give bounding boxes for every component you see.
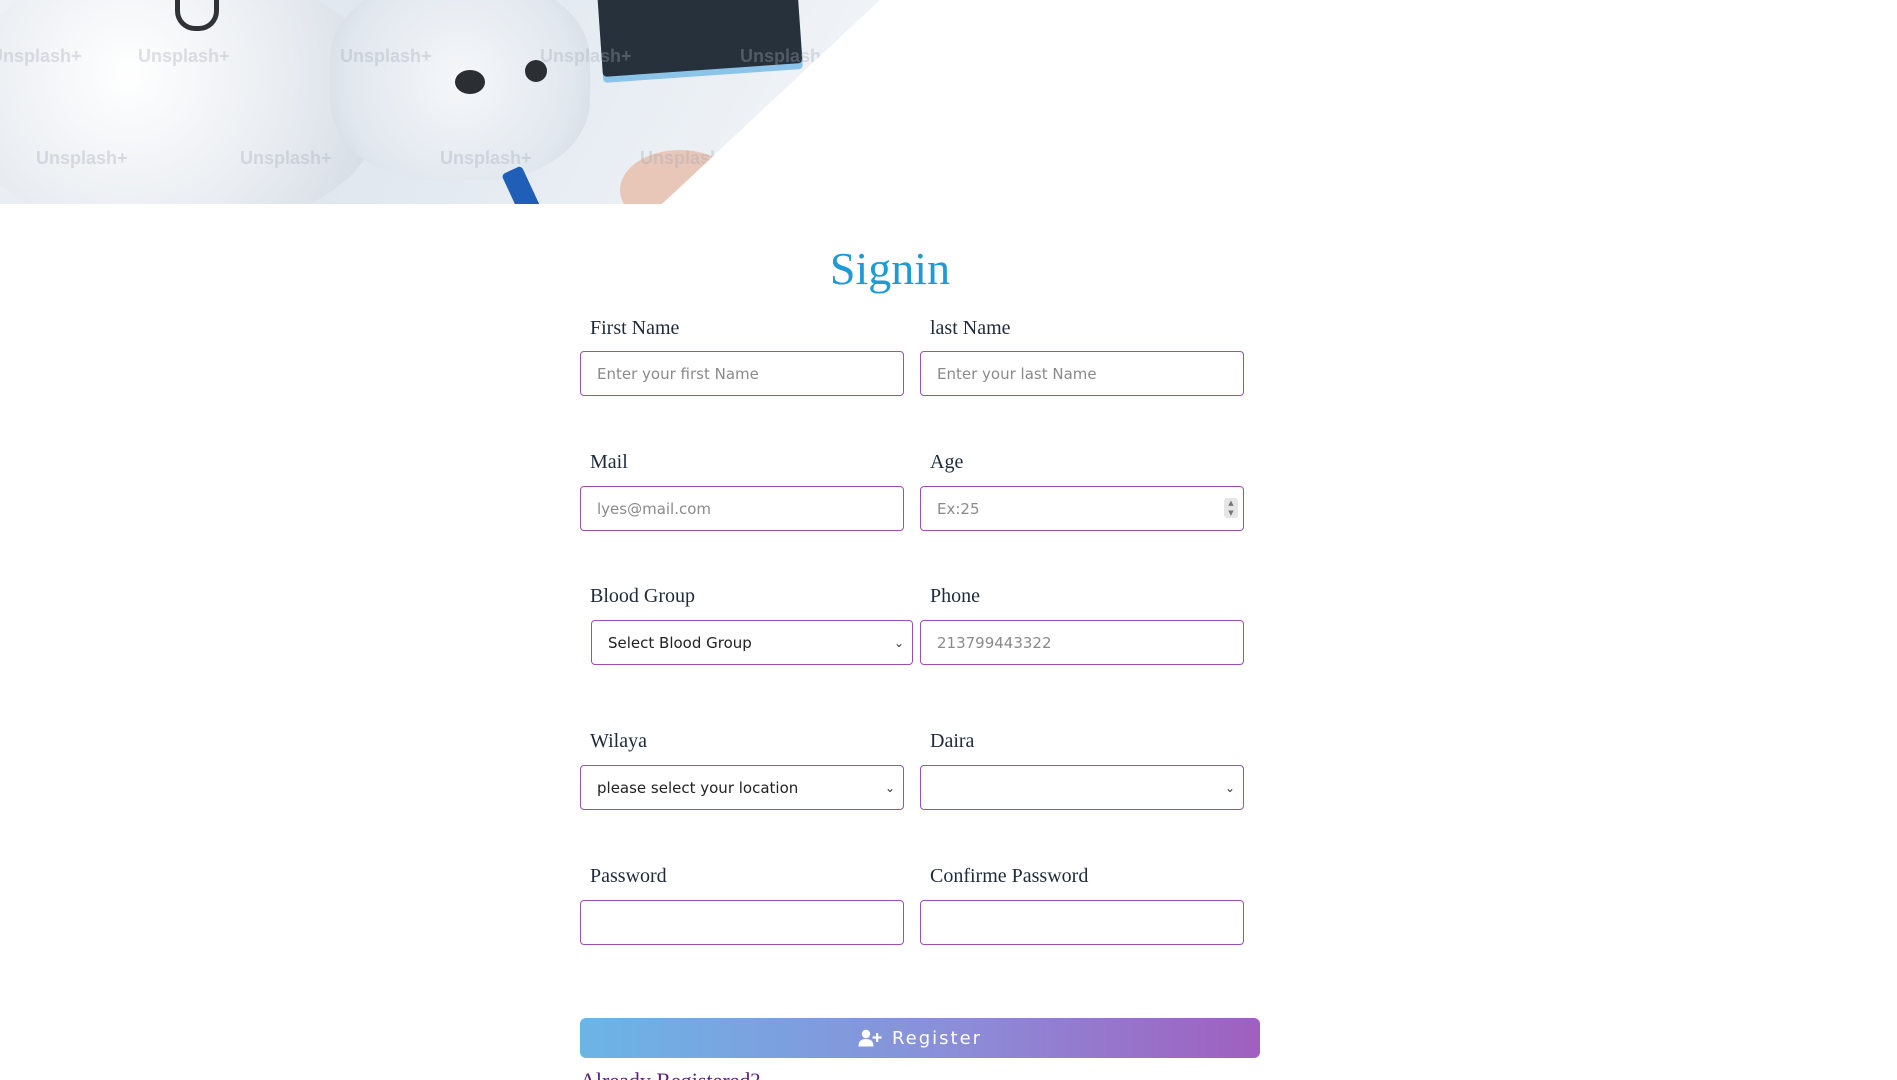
mail-label: Mail <box>590 451 628 473</box>
pen-shape <box>501 165 541 204</box>
last-name-input[interactable] <box>920 351 1244 396</box>
user-plus-icon <box>858 1029 882 1047</box>
daira-label: Daira <box>930 730 975 752</box>
age-input[interactable] <box>920 486 1244 531</box>
watermark-text: Unsplash+ <box>540 46 632 66</box>
first-name-input[interactable] <box>580 351 904 396</box>
stethoscope-icon <box>455 70 485 94</box>
phone-input[interactable] <box>920 620 1244 665</box>
wilaya-selected-value: please select your location <box>597 778 799 797</box>
age-label: Age <box>930 451 964 473</box>
blood-group-selected-value: Select Blood Group <box>608 633 752 652</box>
watermark-text: Unsplash+ <box>0 46 82 66</box>
confirm-password-label: Confirme Password <box>930 865 1089 887</box>
signup-page: Unsplash+ Unsplash+ Unsplash+ Unsplash+ … <box>0 0 1897 1080</box>
chevron-down-icon: ⌄ <box>893 635 904 650</box>
wilaya-select[interactable]: please select your location ⌄ <box>580 765 904 810</box>
phone-label: Phone <box>930 585 980 607</box>
password-input[interactable] <box>580 900 904 945</box>
wilaya-label: Wilaya <box>590 730 647 752</box>
mail-input[interactable] <box>580 486 904 531</box>
watermark-text: Unsplash+ <box>138 46 230 66</box>
page-title: Signin <box>829 243 951 294</box>
watermark-text: Unsplash+ <box>36 148 128 168</box>
chevron-down-icon: ⌄ <box>884 780 895 795</box>
age-stepper[interactable]: ▲ ▼ <box>1224 498 1238 518</box>
register-button[interactable]: Register <box>580 1018 1260 1058</box>
chevron-down-icon: ⌄ <box>1224 780 1235 795</box>
last-name-label: last Name <box>930 317 1011 339</box>
blood-group-label: Blood Group <box>590 585 695 607</box>
hero-doctor-image: Unsplash+ Unsplash+ Unsplash+ Unsplash+ … <box>0 0 880 204</box>
watermark-text: Unsplash+ <box>240 148 332 168</box>
age-field: ▲▼ <box>920 486 1244 531</box>
daira-select[interactable]: ⌄ <box>920 765 1244 810</box>
watermark-text: Unsplash+ <box>440 148 532 168</box>
watermark-text: Unsplash+ <box>340 46 432 66</box>
confirm-password-input[interactable] <box>920 900 1244 945</box>
blood-group-select[interactable]: Select Blood Group ⌄ <box>591 620 913 665</box>
watermark-text: Unsplash+ <box>740 46 832 66</box>
watermark-text: Unsplash+ <box>640 148 732 168</box>
first-name-label: First Name <box>590 317 680 339</box>
register-label: Register <box>891 1027 983 1049</box>
already-registered-link[interactable]: Already Registered? <box>580 1070 760 1080</box>
password-label: Password <box>590 865 667 887</box>
